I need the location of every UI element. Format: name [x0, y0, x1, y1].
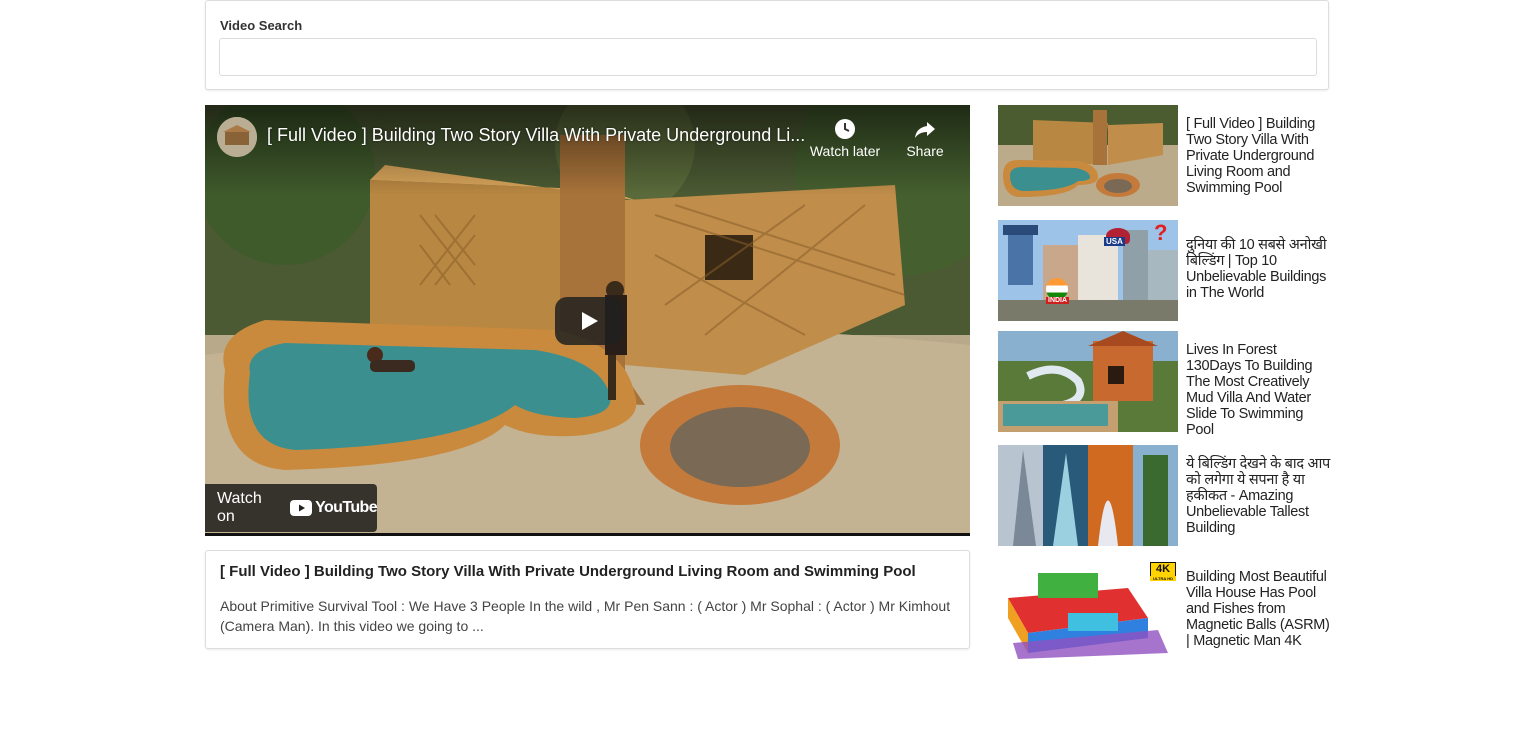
related-video-thumbnail: [998, 105, 1178, 206]
related-video-title[interactable]: Lives In Forest 130Days To Building The …: [1186, 342, 1332, 438]
related-video-title[interactable]: [ Full Video ] Building Two Story Villa …: [1186, 116, 1332, 196]
4k-badge: 4K: [1150, 562, 1176, 577]
share-button[interactable]: Share: [885, 117, 965, 159]
related-video-item[interactable]: ये बिल्डिंग देखने के बाद आप को लगेगा ये …: [998, 445, 1332, 546]
video-search-card: Video Search: [205, 0, 1329, 90]
related-video-item[interactable]: Lives In Forest 130Days To Building The …: [998, 331, 1332, 438]
search-input[interactable]: [219, 38, 1317, 76]
share-label: Share: [906, 143, 944, 159]
youtube-label: YouTube: [315, 499, 377, 516]
youtube-logo: YouTube: [290, 499, 378, 517]
video-player[interactable]: [ Full Video ] Building Two Story Villa …: [205, 105, 970, 536]
related-video-thumbnail: [998, 220, 1178, 321]
player-progress-track: [205, 533, 970, 536]
share-icon: [915, 122, 935, 138]
related-video-title[interactable]: दुनिया की 10 सबसे अनोखी बिल्डिंग | Top 1…: [1186, 237, 1332, 301]
youtube-play-icon: [290, 500, 313, 516]
player-title[interactable]: [ Full Video ] Building Two Story Villa …: [267, 125, 807, 146]
related-video-item[interactable]: USA ? INDIA दुनिया की 10 सबसे अनोखी बिल्…: [998, 220, 1332, 321]
ultra-hd-badge: ULTRA HD: [1150, 576, 1176, 581]
related-video-thumbnail: [998, 331, 1178, 432]
play-button[interactable]: [555, 297, 623, 345]
watch-on-label: Watch on: [217, 490, 262, 525]
india-badge-label: INDIA: [1046, 297, 1070, 304]
usa-badge-label: USA: [1104, 237, 1125, 246]
related-video-thumbnail: [998, 445, 1178, 546]
watch-on-youtube-button[interactable]: Watch on YouTube: [205, 484, 378, 532]
related-video-title[interactable]: ये बिल्डिंग देखने के बाद आप को लगेगा ये …: [1186, 456, 1332, 536]
related-video-item[interactable]: [ Full Video ] Building Two Story Villa …: [998, 105, 1332, 206]
video-title: [ Full Video ] Building Two Story Villa …: [220, 563, 916, 580]
related-video-item[interactable]: 4K ULTRA HD Building Most Beautiful Vill…: [998, 558, 1332, 665]
search-label: Video Search: [220, 18, 303, 33]
question-mark-badge: ?: [1154, 220, 1168, 245]
video-description: About Primitive Survival Tool : We Have …: [220, 598, 951, 634]
channel-avatar-image: [217, 117, 257, 157]
watch-later-button[interactable]: Watch later: [805, 117, 885, 159]
channel-avatar[interactable]: [217, 117, 257, 157]
related-video-title[interactable]: Building Most Beautiful Villa House Has …: [1186, 569, 1332, 649]
watch-later-label: Watch later: [809, 143, 881, 159]
video-info-card: [ Full Video ] Building Two Story Villa …: [205, 550, 970, 649]
clock-icon: [835, 119, 855, 139]
